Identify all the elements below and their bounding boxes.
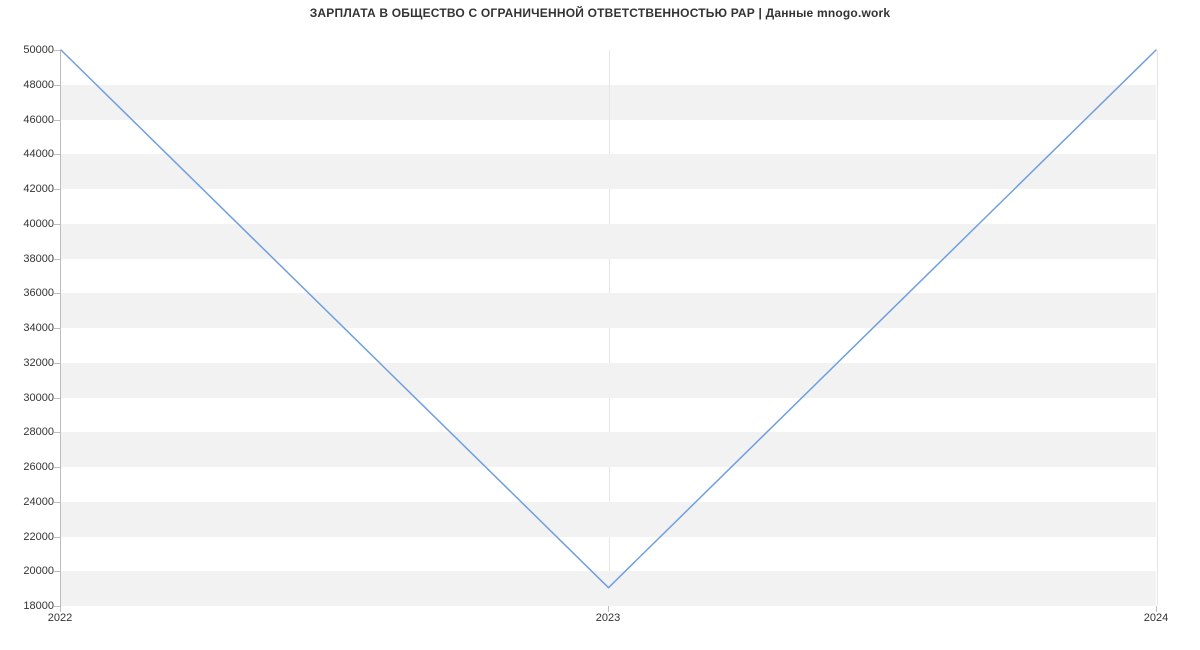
y-tick-mark (54, 189, 60, 190)
y-tick-mark (54, 85, 60, 86)
y-tick-label: 30000 (6, 392, 54, 404)
y-tick-label: 42000 (6, 183, 54, 195)
y-tick-label: 36000 (6, 287, 54, 299)
y-tick-mark (54, 328, 60, 329)
x-tick-mark (1156, 606, 1157, 612)
y-tick-label: 50000 (6, 44, 54, 56)
y-tick-label: 18000 (6, 600, 54, 612)
chart-container: ЗАРПЛАТА В ОБЩЕСТВО С ОГРАНИЧЕННОЙ ОТВЕТ… (0, 0, 1200, 650)
y-tick-mark (54, 502, 60, 503)
y-tick-mark (54, 259, 60, 260)
y-tick-mark (54, 363, 60, 364)
y-tick-label: 24000 (6, 496, 54, 508)
y-tick-label: 20000 (6, 565, 54, 577)
x-tick-label: 2024 (1144, 612, 1168, 624)
x-tick-label: 2022 (48, 612, 72, 624)
y-tick-mark (54, 467, 60, 468)
line-series (61, 50, 1156, 605)
chart-title: ЗАРПЛАТА В ОБЩЕСТВО С ОГРАНИЧЕННОЙ ОТВЕТ… (0, 6, 1200, 20)
y-tick-mark (54, 432, 60, 433)
y-tick-mark (54, 50, 60, 51)
y-tick-mark (54, 224, 60, 225)
y-tick-mark (54, 537, 60, 538)
plot-area (60, 50, 1156, 606)
y-tick-mark (54, 293, 60, 294)
y-tick-label: 34000 (6, 322, 54, 334)
y-tick-mark (54, 154, 60, 155)
y-tick-label: 48000 (6, 79, 54, 91)
y-tick-label: 44000 (6, 148, 54, 160)
grid-line-vertical (1157, 50, 1158, 605)
y-tick-label: 28000 (6, 426, 54, 438)
y-tick-label: 40000 (6, 218, 54, 230)
x-tick-mark (608, 606, 609, 612)
x-tick-mark (60, 606, 61, 612)
y-tick-label: 26000 (6, 461, 54, 473)
y-tick-label: 22000 (6, 531, 54, 543)
y-tick-mark (54, 120, 60, 121)
y-tick-label: 32000 (6, 357, 54, 369)
x-tick-label: 2023 (596, 612, 620, 624)
y-tick-label: 38000 (6, 253, 54, 265)
y-tick-mark (54, 571, 60, 572)
y-tick-label: 46000 (6, 114, 54, 126)
y-tick-mark (54, 398, 60, 399)
